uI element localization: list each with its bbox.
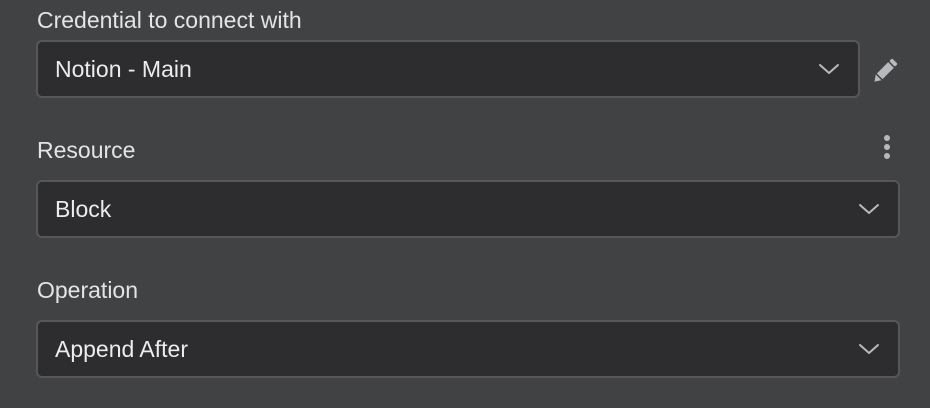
chevron-down-icon: [859, 204, 879, 214]
resource-label: Resource: [37, 137, 136, 163]
credential-select-value: Notion - Main: [55, 56, 192, 82]
operation-select-value: Append After: [55, 336, 188, 362]
credential-select[interactable]: Notion - Main: [36, 40, 860, 98]
chevron-down-icon: [859, 344, 879, 354]
pencil-icon[interactable]: [868, 54, 902, 88]
kebab-menu-icon[interactable]: [877, 134, 897, 162]
resource-select-value: Block: [55, 196, 112, 222]
chevron-down-icon: [819, 64, 839, 74]
operation-select[interactable]: Append After: [36, 320, 900, 378]
node-parameters-panel: Credential to connect with Notion - Main…: [0, 0, 930, 408]
resource-select[interactable]: Block: [36, 180, 900, 238]
credential-label: Credential to connect with: [37, 7, 302, 33]
operation-label: Operation: [37, 277, 139, 303]
